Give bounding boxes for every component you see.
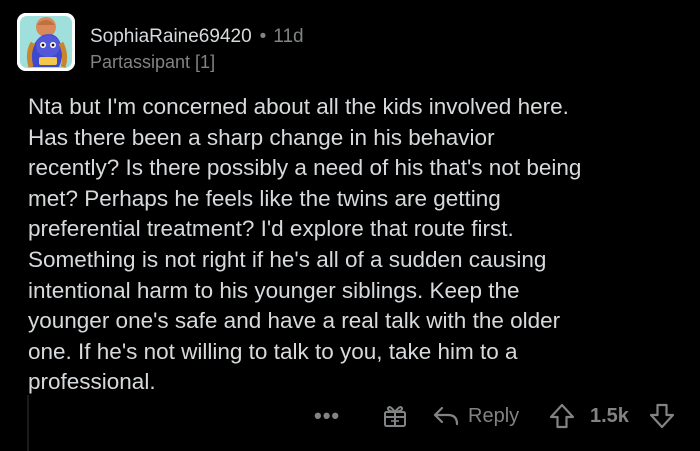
- downvote-button[interactable]: [648, 398, 676, 434]
- comment-line: preferential treatment? I'd explore that…: [28, 216, 514, 242]
- comment-header: SophiaRaine69420 • 11d Partassipant [1]: [90, 25, 304, 73]
- user-flair: Partassipant [1]: [90, 52, 216, 72]
- user-avatar[interactable]: [17, 13, 75, 71]
- downvote-arrow-icon: [649, 403, 675, 429]
- meta-separator: •: [259, 26, 267, 47]
- reply-arrow-icon: [433, 406, 459, 426]
- gift-award-icon: [384, 406, 406, 427]
- author-username[interactable]: SophiaRaine69420: [90, 25, 252, 48]
- thread-line: [27, 395, 29, 451]
- comment-line: Something is not right if he's all of a …: [28, 246, 547, 272]
- comment-line: professional.: [28, 369, 156, 395]
- snoo-avatar-icon: [17, 13, 75, 71]
- reply-button[interactable]: Reply: [432, 398, 519, 434]
- comment-line: Has there been a sharp change in his beh…: [28, 124, 495, 150]
- upvote-button[interactable]: [548, 398, 576, 434]
- comment-line: Nta but I'm concerned about all the kids…: [28, 94, 569, 119]
- comment-line: younger one's safe and have a real talk …: [28, 308, 561, 334]
- vote-score: 1.5k: [590, 404, 629, 427]
- reply-label: Reply: [468, 404, 520, 427]
- award-button[interactable]: [382, 398, 408, 434]
- comment-body: Nta but I'm concerned about all the kids…: [28, 92, 698, 398]
- upvote-arrow-icon: [549, 403, 575, 429]
- comment-age: 11d: [273, 26, 304, 47]
- comment-line: recently? Is there possibly a need of hi…: [28, 155, 582, 181]
- comment-line: one. If he's not willing to talk to you,…: [28, 338, 518, 364]
- author-line: SophiaRaine69420 • 11d: [90, 25, 304, 48]
- more-options-button[interactable]: •••: [314, 398, 340, 434]
- comment-action-bar: ••• Reply 1.5k: [300, 398, 700, 434]
- comment-line: met? Perhaps he feels like the twins are…: [28, 185, 501, 211]
- comment-line: intentional harm to his younger siblings…: [28, 277, 520, 303]
